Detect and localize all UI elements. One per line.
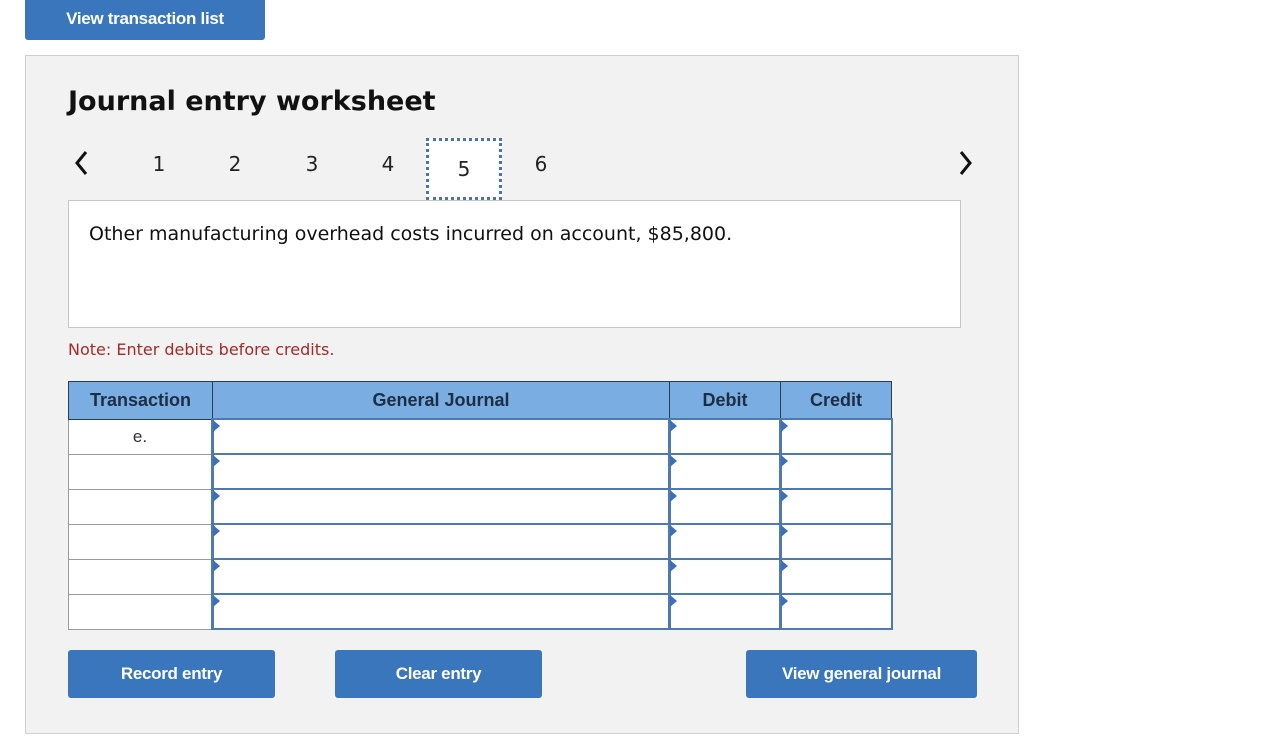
journal-table: Transaction General Journal Debit Credit… [68, 381, 893, 630]
page-6[interactable]: 6 [531, 152, 551, 176]
worksheet-title: Journal entry worksheet [68, 86, 436, 117]
transaction-cell: e. [68, 418, 213, 455]
transaction-cell [68, 453, 213, 490]
record-entry-button[interactable]: Record entry [68, 650, 275, 698]
table-row: e. [68, 418, 893, 455]
chevron-left-icon[interactable] [72, 148, 92, 178]
header-debit: Debit [669, 381, 781, 420]
account-input[interactable] [211, 488, 671, 525]
clear-entry-button[interactable]: Clear entry [335, 650, 542, 698]
credit-input[interactable] [779, 523, 893, 560]
page-4[interactable]: 4 [378, 152, 398, 176]
transaction-cell [68, 488, 213, 525]
chevron-right-icon[interactable] [956, 148, 976, 178]
account-input[interactable] [211, 593, 671, 630]
credit-input[interactable] [779, 418, 893, 455]
page-1[interactable]: 1 [149, 152, 169, 176]
header-transaction: Transaction [68, 381, 213, 420]
debit-input[interactable] [668, 418, 782, 455]
table-row [68, 523, 893, 560]
debit-input[interactable] [668, 523, 782, 560]
credit-input[interactable] [779, 558, 893, 595]
view-general-journal-button[interactable]: View general journal [746, 650, 977, 698]
page-5-active[interactable]: 5 [426, 138, 502, 200]
credit-input[interactable] [779, 453, 893, 490]
note-text: Note: Enter debits before credits. [68, 340, 335, 359]
table-row [68, 453, 893, 490]
table-row [68, 558, 893, 595]
debit-input[interactable] [668, 558, 782, 595]
account-input[interactable] [211, 418, 671, 455]
transaction-cell [68, 558, 213, 595]
account-input[interactable] [211, 558, 671, 595]
account-input[interactable] [211, 523, 671, 560]
transaction-description: Other manufacturing overhead costs incur… [68, 200, 961, 328]
credit-input[interactable] [779, 488, 893, 525]
page-2[interactable]: 2 [225, 152, 245, 176]
debit-input[interactable] [668, 453, 782, 490]
transaction-cell [68, 593, 213, 630]
page-3[interactable]: 3 [302, 152, 322, 176]
view-transaction-list-button[interactable]: View transaction list [25, 0, 265, 40]
header-general-journal: General Journal [212, 381, 670, 420]
account-input[interactable] [211, 453, 671, 490]
debit-input[interactable] [668, 593, 782, 630]
journal-worksheet-panel: Journal entry worksheet 1 2 3 4 5 6 Othe… [25, 55, 1019, 734]
table-row [68, 488, 893, 525]
credit-input[interactable] [779, 593, 893, 630]
table-row [68, 593, 893, 630]
debit-input[interactable] [668, 488, 782, 525]
transaction-cell [68, 523, 213, 560]
header-credit: Credit [780, 381, 892, 420]
